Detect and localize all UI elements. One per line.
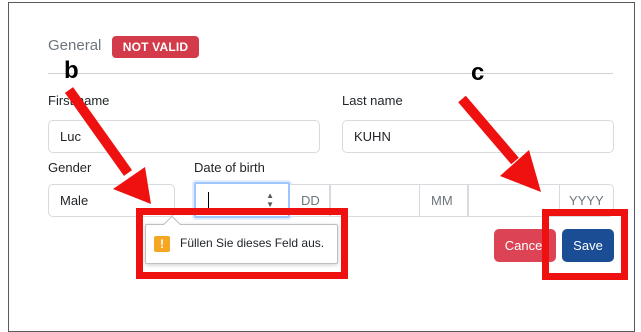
dob-label: Date of birth xyxy=(194,160,265,175)
first-name-label: First name xyxy=(48,93,110,108)
number-spinner[interactable]: ▲ ▼ xyxy=(266,191,274,209)
last-name-label: Last name xyxy=(342,93,403,108)
status-badge: NOT VALID xyxy=(112,36,199,58)
text-caret xyxy=(208,192,209,209)
highlight-box-tooltip xyxy=(136,208,348,279)
last-name-input[interactable]: KUHN xyxy=(342,120,614,153)
highlight-box-save xyxy=(542,209,628,280)
month-placeholder: MM xyxy=(420,184,468,217)
section-title: General xyxy=(48,37,102,54)
annotation-label-c: c xyxy=(471,59,485,86)
gender-label: Gender xyxy=(48,160,92,175)
divider xyxy=(48,73,613,74)
annotation-label-b: b xyxy=(64,57,79,84)
form-card xyxy=(8,2,635,332)
first-name-input[interactable]: Luc xyxy=(48,120,320,153)
